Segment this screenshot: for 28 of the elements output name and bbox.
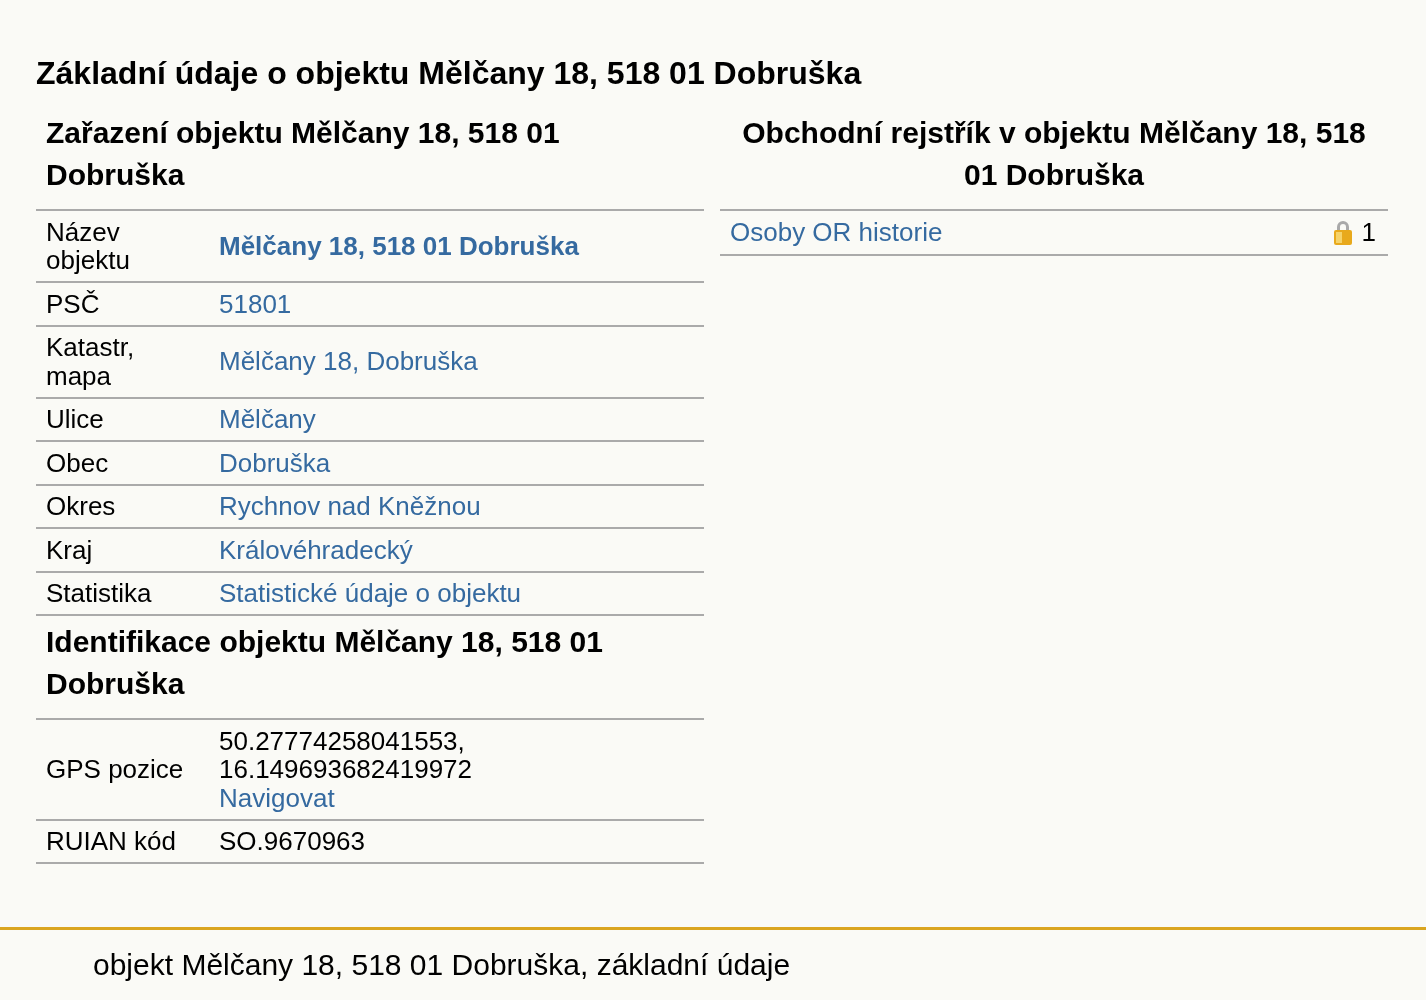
field-label: Kraj (36, 528, 219, 572)
field-label: GPS pozice (36, 719, 219, 820)
gps-coordinates: 50.27774258041553, 16.149693682419972 (219, 725, 473, 784)
value-link[interactable]: Dobruška (219, 447, 331, 478)
value-text: SO.9670963 (219, 826, 365, 856)
navigate-link[interactable]: Navigovat (219, 782, 335, 813)
field-label: Okres (36, 484, 219, 528)
value-link[interactable]: Rychnov nad Kněžnou (219, 491, 481, 521)
value-link[interactable]: Mělčany (219, 404, 316, 434)
field-label: Obec (36, 441, 219, 485)
field-label: Název objektu (36, 210, 219, 282)
object-name-link[interactable]: Mělčany 18, 518 01 Dobruška (219, 230, 579, 261)
value-link[interactable]: Mělčany 18, Dobruška (219, 346, 478, 377)
section-heading: Identifikace objektu Mělčany 18, 518 01 Dobruška (45, 624, 604, 702)
page-title: Základní údaje o objektu Mělčany 18, 518 01 Dobruška (36, 54, 863, 93)
value-link[interactable]: Královéhradecký (219, 534, 413, 565)
value-link[interactable]: 51801 (219, 288, 292, 319)
field-label: Katastr, mapa (36, 325, 219, 398)
value-link[interactable]: Statistické údaje o objektu (219, 578, 522, 608)
footer-text: objekt Mělčany 18, 518 01 Dobruška, základní údaje (93, 948, 791, 982)
field-label: Ulice (36, 397, 219, 441)
section-heading: Zařazení objektu Mělčany 18, 518 01 Dobruška (45, 115, 561, 193)
section-heading: Obchodní rejstřík v objektu Mělčany 18, 518 01 Dobruška (741, 115, 1367, 193)
register-link[interactable]: Osoby OR historie (730, 218, 943, 247)
field-label: RUIAN kód (36, 819, 219, 863)
field-label: PSČ (36, 282, 219, 326)
field-label: Statistika (36, 571, 219, 615)
record-count: 1 (1361, 218, 1376, 247)
